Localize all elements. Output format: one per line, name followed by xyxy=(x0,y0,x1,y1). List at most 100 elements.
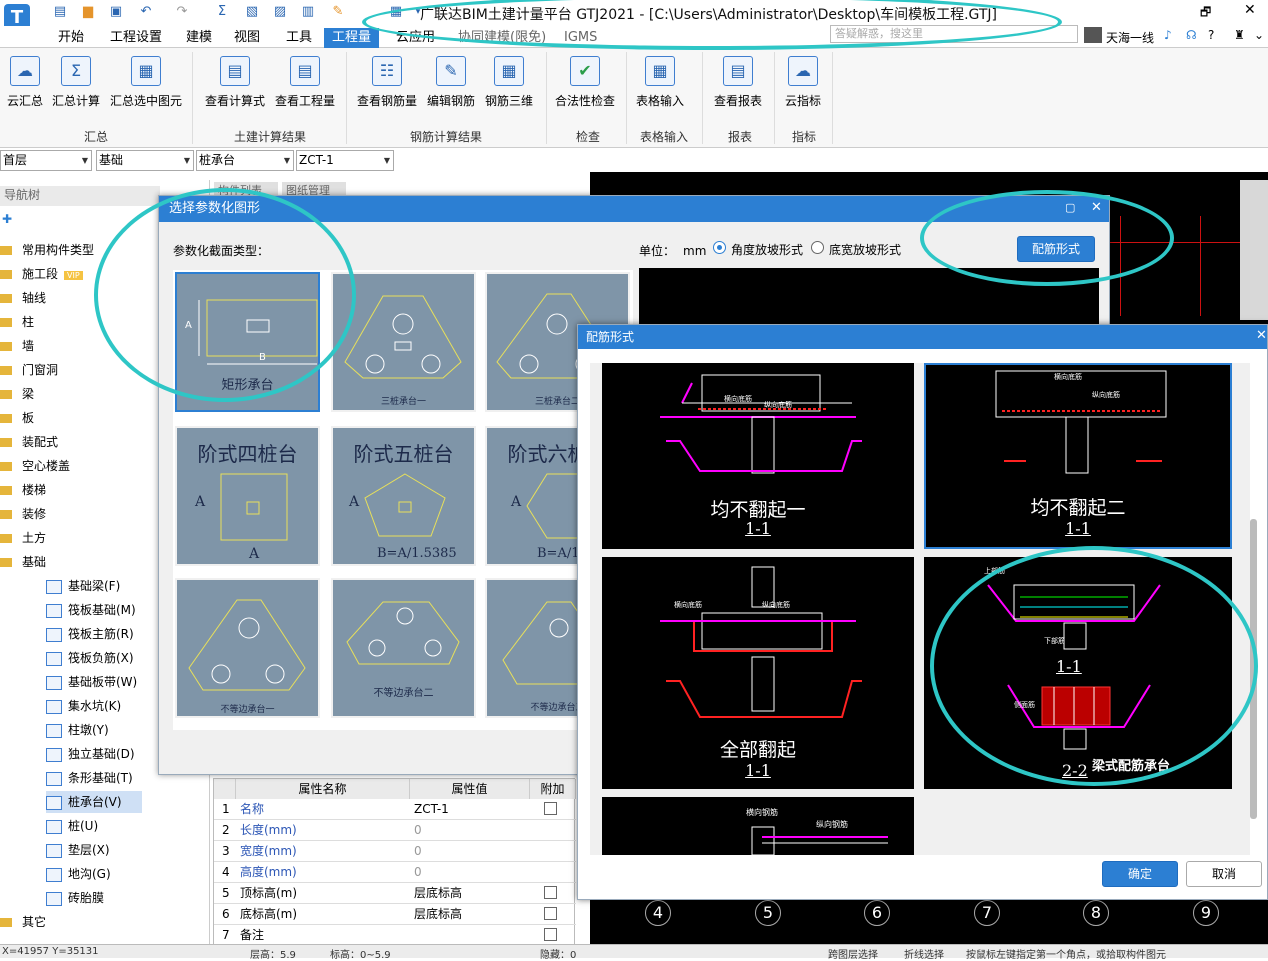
help-icon[interactable]: ? xyxy=(1208,28,1214,42)
shirt-icon[interactable]: ♜ xyxy=(1234,28,1245,42)
nav-earthwork[interactable]: 土方 xyxy=(0,528,46,548)
nav-common[interactable]: 常用构件类型 xyxy=(0,240,94,260)
table-row[interactable]: 3 宽度(mm) 0 xyxy=(214,841,576,862)
sub-raft[interactable]: 筏板基础(M) xyxy=(46,599,136,621)
table-input-button[interactable]: ▦ 表格输入 xyxy=(634,56,686,109)
table-row[interactable]: 5 顶标高(m) 层底标高 xyxy=(214,883,576,904)
sub-cushion[interactable]: 垫层(X) xyxy=(46,839,110,861)
tile-step-four[interactable]: 阶式四桩台 A A xyxy=(175,426,320,566)
sub-isolated[interactable]: 独立基础(D) xyxy=(46,743,135,765)
view-rebar-button[interactable]: ☷ 查看钢筋量 xyxy=(356,56,418,109)
sub-strip[interactable]: 条形基础(T) xyxy=(46,767,133,789)
sub-pile[interactable]: 桩(U) xyxy=(46,815,98,837)
view-report-button[interactable]: ▤ 查看报表 xyxy=(712,56,764,109)
nav-openings[interactable]: 门窗洞 xyxy=(0,360,58,380)
sub-pier[interactable]: 柱墩(Y) xyxy=(46,719,109,741)
menu-start[interactable]: 开始 xyxy=(50,28,92,48)
nav-other[interactable]: 其它 xyxy=(0,912,46,932)
sub-brick-mold[interactable]: 砖胎膜 xyxy=(46,887,104,909)
open-folder-icon[interactable]: ▆ xyxy=(80,4,96,20)
cloud-summary-button[interactable]: ☁ 云汇总 xyxy=(6,56,44,109)
svg-text:横向底筋: 横向底筋 xyxy=(674,600,702,609)
sub-sump[interactable]: 集水坑(K) xyxy=(46,695,121,717)
sub-pile-cap[interactable]: 桩承台(V) xyxy=(46,791,142,813)
close-button[interactable]: ✕ xyxy=(1244,2,1256,18)
rebar-tile-all-bend[interactable]: 横向底筋 纵向底筋 全部翻起 1-1 xyxy=(602,557,914,789)
redo-icon[interactable]: ↷ xyxy=(174,4,190,20)
table-row[interactable]: 7 备注 xyxy=(214,925,576,946)
radio-angle[interactable] xyxy=(713,241,726,254)
type-select[interactable]: 桩承台 ▼ xyxy=(196,150,294,171)
summary-selected-button[interactable]: ▦ 汇总选中图元 xyxy=(108,56,184,109)
menu-tools[interactable]: 工具 xyxy=(278,28,320,48)
rebar-tile-more[interactable]: 横向钢筋 纵向钢筋 xyxy=(602,797,914,855)
rebar-3d-button[interactable]: ▦ 钢筋三维 xyxy=(484,56,534,109)
tile-step-five[interactable]: 阶式五桩台 A B=A/1.5385 xyxy=(331,426,476,566)
view-quantity-icon[interactable]: ▨ xyxy=(272,4,288,20)
user-avatar[interactable] xyxy=(1084,27,1102,43)
category-select[interactable]: 基础 ▼ xyxy=(96,150,194,171)
summary-calc-button[interactable]: Σ 汇总计算 xyxy=(52,56,100,109)
menu-modeling[interactable]: 建模 xyxy=(178,28,220,48)
sub-trench[interactable]: 地沟(G) xyxy=(46,863,111,885)
rebar-icon[interactable]: ▥ xyxy=(300,4,316,20)
rebar-tile-no-bend-1[interactable]: 横向底筋 纵向底筋 均不翻起一 1-1 xyxy=(602,363,914,549)
extra-checkbox[interactable] xyxy=(544,802,557,815)
ok-button[interactable]: 确定 xyxy=(1102,861,1178,887)
cross-layer-button[interactable]: 跨图层选择 xyxy=(828,946,878,961)
menu-view[interactable]: 视图 xyxy=(226,28,268,48)
headset-icon[interactable]: ☊ xyxy=(1186,28,1197,42)
sub-slab-strip[interactable]: 基础板带(W) xyxy=(46,671,137,693)
view-cube-toolbar[interactable] xyxy=(1240,180,1268,320)
validity-check-button[interactable]: ✔ 合法性检查 xyxy=(554,56,616,109)
sub-foundation-beam[interactable]: 基础梁(F) xyxy=(46,575,120,597)
table-row[interactable]: 2 长度(mm) 0 xyxy=(214,820,576,841)
cloud-index-button[interactable]: ☁ 云指标 xyxy=(782,56,824,109)
extra-checkbox[interactable] xyxy=(544,928,557,941)
nav-hollow[interactable]: 空心楼盖 xyxy=(0,456,70,476)
component-select[interactable]: ZCT-1 ▼ xyxy=(296,150,394,171)
nav-axis[interactable]: 轴线 xyxy=(0,288,46,308)
add-icon[interactable]: ✚ xyxy=(2,212,12,226)
calc-formula-icon[interactable]: ▧ xyxy=(244,4,260,20)
nav-slab[interactable]: 板 xyxy=(0,408,34,428)
bell-icon[interactable]: ♪ xyxy=(1164,28,1172,42)
close-icon[interactable]: ✕ xyxy=(1256,328,1267,343)
edit-icon[interactable]: ✎ xyxy=(330,4,346,20)
nav-section[interactable]: 施工段 VIP xyxy=(0,264,83,284)
tile-unequal-2[interactable]: 不等边承台二 xyxy=(331,578,476,718)
new-file-icon[interactable]: ▤ xyxy=(52,4,68,20)
sub-raft-neg[interactable]: 筏板负筋(X) xyxy=(46,647,134,669)
sub-raft-main[interactable]: 筏板主筋(R) xyxy=(46,623,134,645)
edit-rebar-button[interactable]: ✎ 编辑钢筋 xyxy=(426,56,476,109)
dropdown-icon[interactable]: ⌄ xyxy=(1254,28,1264,42)
table-row[interactable]: 6 底标高(m) 层底标高 xyxy=(214,904,576,925)
tile-unequal-1[interactable]: 不等边承台一 xyxy=(175,578,320,718)
radio-width[interactable] xyxy=(811,241,824,254)
undo-icon[interactable]: ↶ xyxy=(138,4,154,20)
extra-checkbox[interactable] xyxy=(544,886,557,899)
view-quantity-button[interactable]: ▤ 查看工程量 xyxy=(274,56,336,109)
nav-beam[interactable]: 梁 xyxy=(0,384,34,404)
nav-foundation[interactable]: 基础 xyxy=(0,552,46,572)
menu-project-settings[interactable]: 工程设置 xyxy=(102,28,170,48)
rebar-tile-no-bend-2[interactable]: 横向底筋 纵向底筋 均不翻起二 1-1 xyxy=(924,363,1232,549)
nav-wall[interactable]: 墙 xyxy=(0,336,34,356)
menu-quantity[interactable]: 工程量 xyxy=(324,28,380,48)
table-row[interactable]: 4 高度(mm) 0 xyxy=(214,862,576,883)
nav-tree-title: 导航树 xyxy=(0,186,160,206)
nav-prefab[interactable]: 装配式 xyxy=(0,432,58,452)
polyline-select-button[interactable]: 折线选择 xyxy=(904,946,944,961)
cancel-button[interactable]: 取消 xyxy=(1186,861,1262,887)
save-icon[interactable]: ▣ xyxy=(108,4,124,20)
floor-select[interactable]: 首层 ▼ xyxy=(0,150,92,171)
nav-stairs[interactable]: 楼梯 xyxy=(0,480,46,500)
nav-decoration[interactable]: 装修 xyxy=(0,504,46,524)
sum-icon[interactable]: Σ xyxy=(214,4,230,20)
view-formula-button[interactable]: ▤ 查看计算式 xyxy=(204,56,266,109)
restore-button[interactable]: 🗗 xyxy=(1200,3,1211,24)
nav-column[interactable]: 柱 xyxy=(0,312,34,332)
highlight-rect-tile xyxy=(94,188,356,402)
extra-checkbox[interactable] xyxy=(544,907,557,920)
table-row[interactable]: 1 名称 ZCT-1 xyxy=(214,799,576,820)
